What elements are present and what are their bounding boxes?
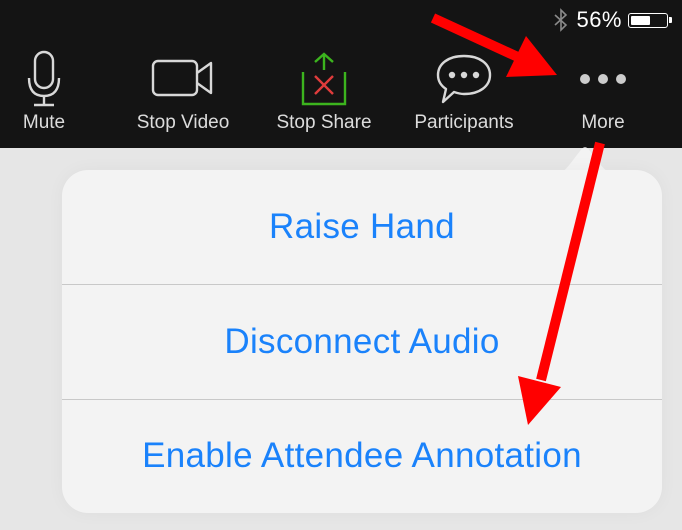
enable-attendee-annotation-menu-item[interactable]: Enable Attendee Annotation <box>62 399 662 513</box>
more-button[interactable]: More <box>548 50 658 142</box>
battery-percent: 56% <box>576 7 622 32</box>
chat-bubble-icon <box>436 54 492 104</box>
participants-label: Participants <box>414 112 514 133</box>
more-label: More <box>581 112 625 133</box>
mute-label: Mute <box>22 112 66 133</box>
meeting-toolbar: 56% Mute Stop Video Stop Share Participa… <box>0 0 682 148</box>
stop-video-label: Stop Video <box>136 112 230 133</box>
raise-hand-menu-item[interactable]: Raise Hand <box>62 170 662 284</box>
participants-button[interactable]: Participants <box>400 50 528 142</box>
more-menu-popover: Raise Hand Disconnect Audio Enable Atten… <box>62 170 662 513</box>
battery-icon <box>628 12 672 28</box>
disconnect-audio-menu-item[interactable]: Disconnect Audio <box>62 284 662 399</box>
stop-share-button[interactable]: Stop Share <box>260 50 388 142</box>
battery-level <box>631 15 651 25</box>
status-bar: 56% <box>552 6 672 34</box>
mute-button[interactable]: Mute <box>0 50 88 142</box>
microphone-icon <box>27 50 61 107</box>
bluetooth-icon <box>554 8 568 32</box>
stop-video-button[interactable]: Stop Video <box>118 50 248 142</box>
stop-share-label: Stop Share <box>276 112 372 133</box>
video-camera-icon <box>151 59 213 97</box>
more-dots-icon <box>580 74 626 84</box>
stop-share-icon <box>301 52 347 106</box>
